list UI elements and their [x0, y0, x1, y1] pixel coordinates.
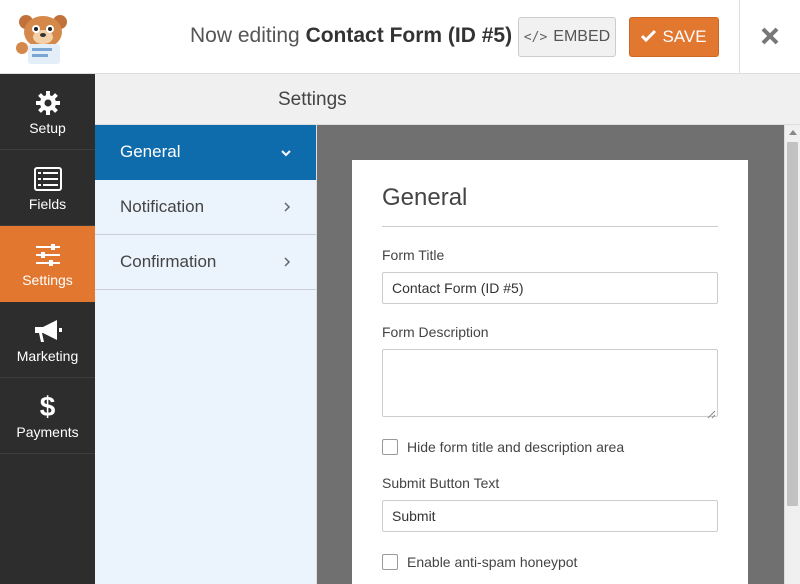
form-title-label: Form Title	[382, 247, 445, 263]
code-icon: </>	[523, 29, 548, 45]
megaphone-icon	[33, 316, 63, 346]
form-description-textarea[interactable]	[382, 349, 718, 419]
save-button[interactable]: SAVE	[629, 17, 719, 57]
resize-grip-icon[interactable]	[707, 406, 716, 419]
scroll-up-icon[interactable]	[789, 130, 797, 135]
gear-icon	[35, 88, 61, 118]
settings-header: Settings	[95, 74, 800, 125]
nav-label-fields: Fields	[28, 195, 67, 212]
subnav-item-general[interactable]: General	[95, 125, 316, 180]
scrollbar-thumb[interactable]	[787, 142, 798, 506]
content-scrollbar[interactable]	[784, 125, 800, 584]
general-panel: General Form Title Contact Form (ID #5) …	[352, 160, 748, 584]
sliders-icon	[35, 240, 61, 270]
chevron-right-icon	[284, 200, 291, 215]
chevron-down-icon	[281, 145, 291, 160]
settings-title: Settings	[278, 89, 347, 110]
hide-title-checkbox[interactable]	[382, 439, 398, 455]
subnav-label-notification: Notification	[120, 197, 205, 216]
check-icon	[641, 27, 657, 47]
settings-content: General Form Title Contact Form (ID #5) …	[317, 125, 784, 584]
nav-item-setup[interactable]: Setup	[0, 74, 95, 150]
submit-text-label: Submit Button Text	[382, 475, 500, 491]
page-title: Now editing Contact Form (ID #5)	[190, 24, 512, 48]
nav-item-fields[interactable]: Fields	[0, 150, 95, 226]
title-prefix: Now editing	[190, 24, 306, 47]
save-label: SAVE	[662, 27, 707, 46]
nav-item-marketing[interactable]: Marketing	[0, 302, 95, 378]
top-bar: Now editing Contact Form (ID #5) </> EMB…	[0, 0, 800, 74]
form-description-label: Form Description	[382, 324, 489, 340]
panel-title: General	[382, 184, 718, 227]
left-nav: Setup Fields Settings Marketing $ Paymen…	[0, 74, 95, 584]
subnav-item-confirmation[interactable]: Confirmation	[95, 235, 316, 290]
nav-item-settings[interactable]: Settings	[0, 226, 95, 302]
submit-text-input[interactable]: Submit	[382, 500, 718, 532]
close-button[interactable]	[740, 0, 800, 74]
subnav-label-general: General	[120, 142, 181, 161]
embed-label: EMBED	[553, 28, 611, 45]
nav-label-settings: Settings	[22, 271, 73, 288]
nav-label-marketing: Marketing	[16, 347, 79, 364]
honeypot-label: Enable anti-spam honeypot	[407, 554, 578, 570]
nav-label-payments: Payments	[16, 423, 79, 440]
hide-title-row: Hide form title and description area	[382, 439, 718, 455]
honeypot-checkbox[interactable]	[382, 554, 398, 570]
form-name: Contact Form (ID #5)	[305, 24, 513, 47]
embed-button[interactable]: </> EMBED	[518, 17, 616, 57]
honeypot-row: Enable anti-spam honeypot	[382, 554, 718, 570]
dollar-icon: $	[39, 390, 56, 422]
nav-item-payments[interactable]: $ Payments	[0, 378, 95, 454]
close-icon	[760, 21, 780, 53]
form-title-input[interactable]: Contact Form (ID #5)	[382, 272, 718, 304]
chevron-right-icon	[284, 255, 291, 270]
settings-subnav: General Notification Confirmation	[95, 125, 317, 584]
nav-label-setup: Setup	[29, 119, 66, 136]
wpforms-logo	[12, 10, 76, 64]
subnav-label-confirmation: Confirmation	[120, 252, 217, 271]
subnav-item-notification[interactable]: Notification	[95, 180, 316, 235]
hide-title-label: Hide form title and description area	[407, 439, 625, 455]
list-icon	[33, 164, 62, 194]
